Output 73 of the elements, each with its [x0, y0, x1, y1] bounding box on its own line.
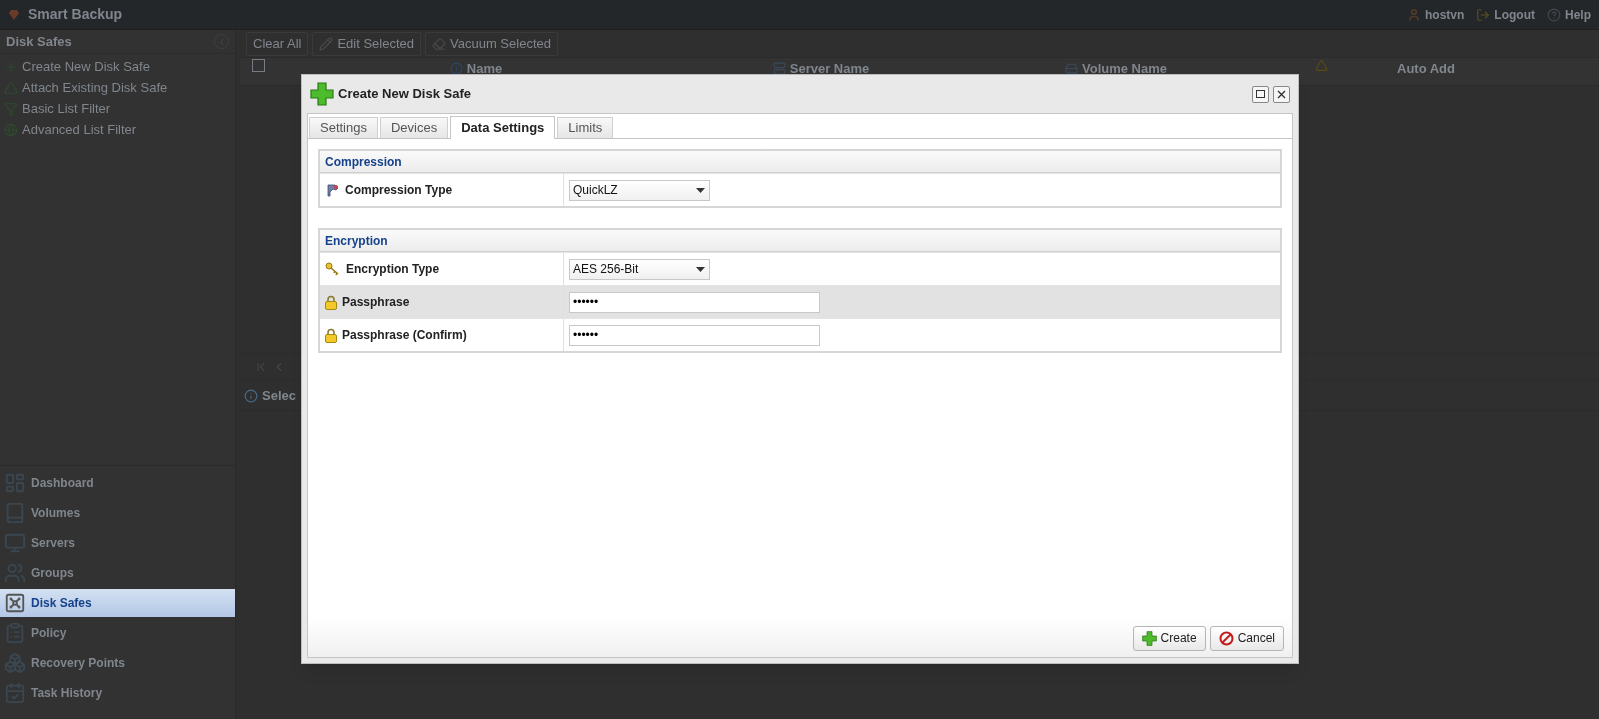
sidebar-action[interactable]: Attach Existing Disk Safe	[22, 77, 168, 98]
users-icon	[4, 562, 26, 584]
prohibited-icon	[1218, 630, 1234, 646]
close-icon	[1277, 89, 1286, 99]
nav-item[interactable]: Recovery Points	[0, 649, 235, 677]
column-header[interactable]: Auto Add	[1397, 59, 1455, 79]
nav-item[interactable]: Disk Safes	[0, 589, 235, 617]
monitor-icon	[4, 532, 26, 554]
tab[interactable]: Limits	[557, 117, 614, 138]
maximize-button[interactable]	[1252, 85, 1269, 103]
section-title: Compression	[325, 153, 402, 171]
logo-icon	[8, 8, 20, 21]
panel-title: Selec	[262, 386, 296, 405]
select-all-checkbox[interactable]	[251, 59, 265, 72]
field-label: Passphrase (Confirm)	[342, 327, 467, 344]
cancel-button[interactable]: Cancel	[1209, 625, 1284, 651]
pencil-icon	[319, 36, 334, 51]
toolbar-button[interactable]: Edit Selected	[312, 31, 422, 56]
caret-icon	[696, 266, 705, 272]
dialog-title: Create New Disk Safe	[338, 85, 471, 104]
user-icon	[1407, 7, 1421, 22]
caret-icon	[696, 187, 705, 193]
close-button[interactable]	[1273, 85, 1290, 103]
password-field[interactable]: ••••••	[569, 291, 820, 313]
nav-item[interactable]: Volumes	[0, 499, 235, 527]
sidebar-action[interactable]: Advanced List Filter	[22, 119, 137, 140]
logout-link[interactable]: Logout	[1494, 5, 1535, 24]
field-label: Compression Type	[345, 182, 453, 199]
warning-icon	[1314, 59, 1328, 72]
dropdown[interactable]: AES 256-Bit	[569, 258, 710, 280]
info-icon	[244, 388, 258, 403]
sidebar-action[interactable]: Create New Disk Safe	[22, 56, 150, 77]
tab[interactable]: Devices	[380, 117, 449, 138]
nav-item[interactable]: Groups	[0, 559, 235, 587]
eraser-icon	[432, 36, 447, 51]
padlock-icon	[325, 294, 337, 310]
tab[interactable]: Data Settings	[450, 116, 556, 139]
nav-item[interactable]: Task History	[0, 679, 235, 707]
padlock-icon	[325, 327, 337, 343]
cubes-icon	[4, 652, 26, 674]
maximize-icon	[1256, 90, 1265, 98]
create-button[interactable]: Create	[1132, 625, 1206, 651]
panel-title: Disk Safes	[6, 32, 72, 51]
sidebar-action[interactable]: Basic List Filter	[22, 98, 111, 119]
dropdown[interactable]: QuickLZ	[569, 179, 710, 201]
help-link[interactable]: Help	[1565, 5, 1591, 24]
server-icon	[772, 62, 786, 76]
user-name: hostvn	[1425, 6, 1465, 24]
calendar-icon	[4, 682, 26, 704]
dashboard-icon	[4, 472, 26, 494]
password-field[interactable]: ••••••	[569, 324, 820, 346]
globe-icon	[4, 122, 18, 137]
app-title: Smart Backup	[28, 5, 123, 24]
toolbar-button[interactable]: Clear All	[246, 31, 309, 56]
tab[interactable]: Settings	[309, 117, 378, 138]
nav-item[interactable]: Policy	[0, 619, 235, 647]
nav-item[interactable]: Dashboard	[0, 469, 235, 497]
plus-icon	[310, 82, 334, 106]
plus-icon	[1141, 630, 1157, 646]
section-title: Encryption	[325, 232, 388, 250]
field-label: Encryption Type	[346, 261, 440, 278]
drive-icon	[1065, 62, 1078, 76]
keys-icon	[325, 262, 341, 276]
help-icon[interactable]	[1547, 7, 1561, 22]
logout-icon[interactable]	[1476, 7, 1491, 22]
nav-item[interactable]: Servers	[0, 529, 235, 557]
field-label: Passphrase	[342, 294, 410, 311]
toolbar-button[interactable]: Vacuum Selected	[425, 31, 558, 56]
safe-icon	[4, 592, 26, 614]
info-icon	[449, 62, 463, 76]
book-icon	[4, 502, 26, 524]
filter-icon	[4, 101, 18, 116]
clipboard-icon	[4, 622, 26, 644]
